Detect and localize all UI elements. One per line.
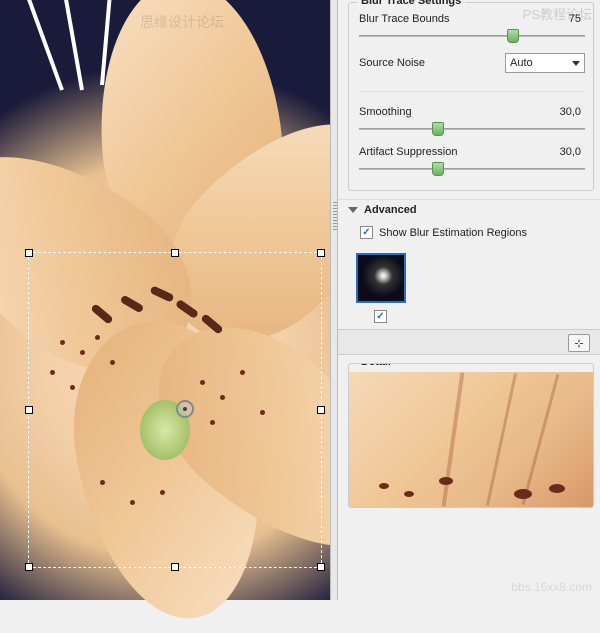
- chevron-down-icon: [572, 61, 580, 66]
- slider-thumb[interactable]: [507, 29, 519, 43]
- resize-handle[interactable]: [317, 563, 325, 571]
- advanced-section-header[interactable]: Advanced: [338, 199, 600, 220]
- resize-handle[interactable]: [171, 563, 179, 571]
- advanced-title: Advanced: [364, 204, 417, 216]
- resize-handle[interactable]: [171, 249, 179, 257]
- blur-trace-pin[interactable]: [176, 400, 194, 418]
- blur-trace-thumbnails: ✓: [338, 249, 600, 329]
- slider-thumb[interactable]: [432, 162, 444, 176]
- blur-trace-bounds-slider[interactable]: [359, 29, 585, 43]
- add-trace-button[interactable]: ⊹: [568, 334, 590, 352]
- artifact-suppression-value[interactable]: 30,0: [525, 146, 585, 158]
- smoothing-slider[interactable]: [359, 122, 585, 136]
- detail-preview-image[interactable]: [349, 372, 593, 507]
- artifact-suppression-label: Artifact Suppression: [359, 146, 525, 158]
- selection-marquee[interactable]: [28, 252, 322, 568]
- blur-trace-bounds-value[interactable]: 75: [525, 13, 585, 25]
- resize-handle[interactable]: [317, 406, 325, 414]
- resize-handle[interactable]: [25, 249, 33, 257]
- disclosure-triangle-icon: [348, 207, 358, 213]
- source-noise-label: Source Noise: [359, 57, 505, 69]
- resize-handle[interactable]: [25, 563, 33, 571]
- blur-trace-settings-group: Blur Trace Settings Blur Trace Bounds 75…: [348, 2, 594, 191]
- source-noise-value: Auto: [510, 57, 533, 69]
- show-regions-label: Show Blur Estimation Regions: [379, 227, 527, 239]
- panel-divider[interactable]: [330, 0, 338, 600]
- artifact-suppression-slider[interactable]: [359, 162, 585, 176]
- image-canvas[interactable]: [0, 0, 330, 600]
- resize-handle[interactable]: [25, 406, 33, 414]
- show-regions-checkbox[interactable]: ✓: [360, 226, 373, 239]
- thumbnail-toolbar: ⊹: [338, 329, 600, 355]
- smoothing-label: Smoothing: [359, 106, 525, 118]
- settings-panel: Blur Trace Settings Blur Trace Bounds 75…: [338, 0, 600, 600]
- blur-trace-bounds-label: Blur Trace Bounds: [359, 13, 525, 25]
- grip-icon: [333, 200, 337, 230]
- resize-handle[interactable]: [317, 249, 325, 257]
- slider-thumb[interactable]: [432, 122, 444, 136]
- group-legend: Blur Trace Settings: [357, 0, 465, 7]
- thumbnail-checkbox[interactable]: ✓: [374, 310, 387, 323]
- smoothing-value[interactable]: 30,0: [525, 106, 585, 118]
- detail-legend: Detail: [357, 363, 395, 368]
- detail-preview-group: Detail: [348, 363, 594, 508]
- source-noise-select[interactable]: Auto: [505, 53, 585, 73]
- blur-trace-thumbnail[interactable]: [356, 253, 406, 303]
- add-icon: ⊹: [574, 337, 583, 350]
